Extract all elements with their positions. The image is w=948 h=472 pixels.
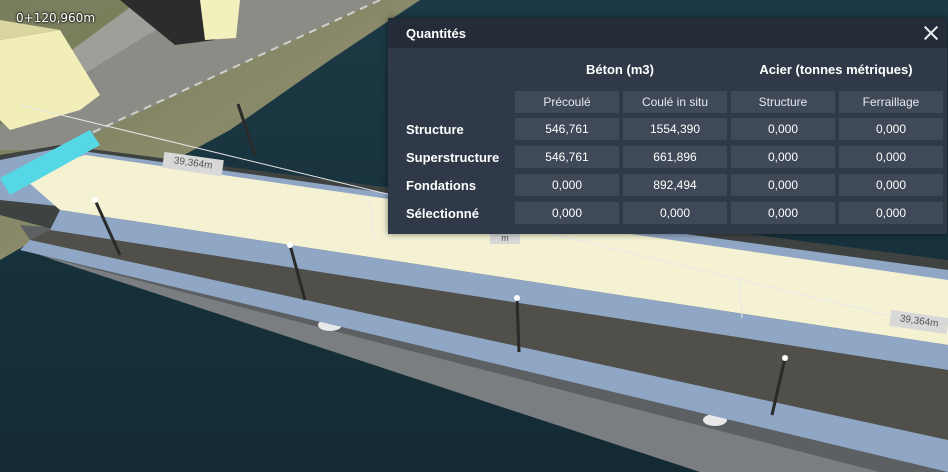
column-header-cast-in-place: Coulé in situ <box>623 91 727 113</box>
panel-title: Quantités <box>406 26 466 41</box>
chainage-label: 0+120,960m <box>16 11 96 25</box>
group-header-steel: Acier (tonnes métriques) <box>759 62 913 77</box>
row-label-structure: Structure <box>406 122 464 137</box>
table-cell: 0,000 <box>515 202 619 224</box>
group-header-concrete: Béton (m3) <box>586 62 654 77</box>
table-cell: 0,000 <box>731 146 835 168</box>
table-cell: 0,000 <box>839 174 943 196</box>
column-header-precast: Précoulé <box>515 91 619 113</box>
table-cell: 0,000 <box>515 174 619 196</box>
close-icon[interactable] <box>921 23 941 43</box>
table-cell: 0,000 <box>731 202 835 224</box>
table-cell: 0,000 <box>839 202 943 224</box>
row-label-selected: Sélectionné <box>406 206 479 221</box>
table-cell: 1554,390 <box>623 118 727 140</box>
table-cell: 546,761 <box>515 146 619 168</box>
column-header-structure: Structure <box>731 91 835 113</box>
table-cell: 0,000 <box>731 174 835 196</box>
panel-header[interactable]: Quantités <box>388 18 947 48</box>
table-cell: 892,494 <box>623 174 727 196</box>
row-label-foundations: Fondations <box>406 178 477 193</box>
row-label-superstructure: Superstructure <box>406 150 500 165</box>
column-header-reinforcement: Ferraillage <box>839 91 943 113</box>
table-cell: 0,000 <box>623 202 727 224</box>
quantities-panel: Quantités Béton (m3) Acier (tonnes métri… <box>388 18 947 234</box>
table-cell: 0,000 <box>839 146 943 168</box>
table-cell: 0,000 <box>731 118 835 140</box>
table-cell: 661,896 <box>623 146 727 168</box>
table-cell: 0,000 <box>839 118 943 140</box>
table-cell: 546,761 <box>515 118 619 140</box>
